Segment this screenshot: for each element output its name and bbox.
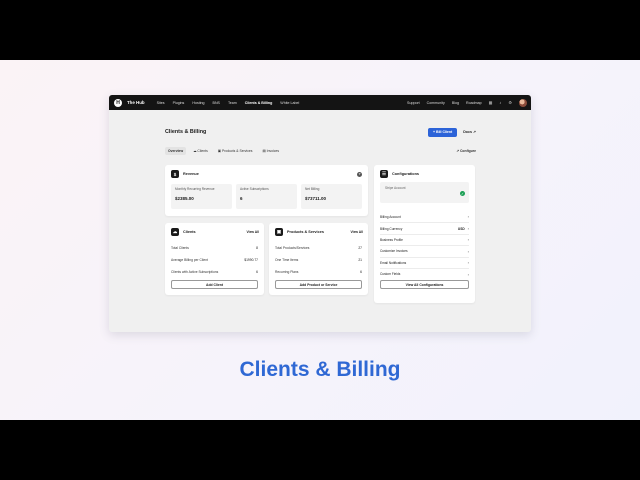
- products-card: ▣ Products & Services View All Total Pro…: [269, 223, 368, 295]
- chevron-right-icon: ›: [467, 237, 469, 243]
- config-item-business-profile[interactable]: Business Profile ›: [380, 233, 469, 245]
- tab-bar: Overview ☁ Clients ▣ Products & Services…: [165, 146, 476, 155]
- products-header: ▣ Products & Services View All: [269, 223, 368, 236]
- tab-overview[interactable]: Overview: [165, 146, 187, 155]
- avatar[interactable]: [519, 98, 527, 107]
- nav-item-hosting[interactable]: Hosting: [192, 101, 204, 105]
- grid-icon[interactable]: ▦: [489, 100, 493, 105]
- hub-logo-icon[interactable]: H: [114, 98, 122, 107]
- nav-item-clients-billing[interactable]: Clients & Billing: [245, 101, 273, 105]
- view-all-configurations-button[interactable]: View All Configurations: [380, 280, 469, 290]
- revenue-stats: Monthly Recurring Revenue $2385.00 Activ…: [165, 178, 368, 209]
- nav-item-white-label[interactable]: White Label: [280, 101, 299, 105]
- stat-value: 6: [240, 196, 243, 201]
- stat-value: $73711.00: [305, 196, 327, 201]
- gear-icon[interactable]: ⚙: [508, 100, 512, 105]
- chevron-right-icon: ›: [467, 260, 469, 266]
- products-title: Products & Services: [287, 230, 324, 234]
- config-item-billing-currency[interactable]: Billing Currency USD ›: [380, 222, 469, 233]
- stat-active-subscriptions: Active Subscriptions 6: [236, 184, 297, 209]
- list-item: Recurring Plans 6: [275, 270, 362, 274]
- stat-mrr: Monthly Recurring Revenue $2385.00: [171, 184, 232, 209]
- cloud-icon: ☁: [171, 228, 179, 236]
- nav-item-blog[interactable]: Blog: [452, 101, 459, 105]
- list-item: One Time Items 21: [275, 258, 362, 262]
- products-view-all-link[interactable]: View All: [351, 230, 363, 234]
- stripe-account-label: Stripe Account: [385, 186, 406, 190]
- config-item-email-notifications[interactable]: Email Notifications ›: [380, 256, 469, 268]
- stat-label: Active Subscriptions: [240, 187, 269, 191]
- nav-item-sites[interactable]: Sites: [157, 101, 165, 105]
- app-window: H The Hub Sites Plugins Hosting BNS Team…: [109, 95, 531, 332]
- list-item: Average Billing per Client $1990.77: [171, 258, 258, 262]
- tab-clients[interactable]: ☁ Clients: [190, 147, 211, 155]
- configure-link[interactable]: ↗ Configure: [456, 149, 476, 153]
- chevron-right-icon: ›: [467, 226, 469, 232]
- stat-value: $2385.00: [175, 196, 194, 201]
- nav-links: Sites Plugins Hosting BNS Team Clients &…: [157, 101, 300, 105]
- box-icon: ▣: [275, 228, 283, 236]
- caption-title: Clients & Billing: [239, 358, 401, 381]
- tab-products-services[interactable]: ▣ Products & Services: [215, 147, 256, 155]
- config-list-icon: ☰: [380, 170, 388, 178]
- help-icon[interactable]: ?: [357, 171, 362, 177]
- bill-client-button[interactable]: + Bill Client: [428, 127, 458, 137]
- nav-item-community[interactable]: Community: [427, 101, 445, 105]
- configurations-header: ☰ Configurations: [374, 165, 475, 178]
- config-item-custom-fields[interactable]: Custom Fields ›: [380, 267, 469, 279]
- nav-item-support[interactable]: Support: [407, 101, 420, 105]
- list-item: Total Products/Services 27: [275, 246, 362, 250]
- chevron-right-icon: ›: [467, 214, 469, 220]
- brand-name[interactable]: The Hub: [127, 100, 145, 105]
- top-nav: H The Hub Sites Plugins Hosting BNS Team…: [109, 95, 531, 110]
- bell-icon[interactable]: ♪: [499, 100, 501, 105]
- page-title: Clients & Billing: [165, 129, 207, 135]
- add-product-button[interactable]: Add Product or Service: [275, 280, 362, 289]
- configurations-title: Configurations: [392, 172, 419, 176]
- config-item-customize-invoices[interactable]: Customize Invoices ›: [380, 245, 469, 256]
- clients-card: ☁ Clients View All Total Clients 8 Averag…: [165, 223, 264, 295]
- list-item: Total Clients 8: [171, 246, 258, 250]
- stat-net-billing: Net Billing $73711.00: [301, 184, 362, 209]
- nav-right: Support Community Blog Roadmap ▦ ♪ ⚙: [407, 98, 527, 107]
- chevron-right-icon: ›: [467, 248, 469, 254]
- nav-item-plugins[interactable]: Plugins: [173, 101, 185, 105]
- page-header: Clients & Billing + Bill Client Docs ↗: [165, 126, 476, 138]
- dollar-icon: $: [171, 170, 179, 178]
- stripe-account-select[interactable]: Stripe Account ✓: [380, 182, 469, 203]
- clients-header: ☁ Clients View All: [165, 223, 264, 236]
- config-rows: Billing Account › Billing Currency USD › Bu…: [374, 203, 475, 279]
- clients-title: Clients: [183, 230, 196, 234]
- list-item: Clients with Active Subscriptions 6: [171, 270, 258, 274]
- products-rows: Total Products/Services 27 One Time Items…: [269, 236, 368, 278]
- config-item-billing-account[interactable]: Billing Account ›: [380, 211, 469, 222]
- nav-item-bns[interactable]: BNS: [213, 101, 220, 105]
- revenue-card: $ Revenue ? Monthly Recurring Revenue $2…: [165, 165, 368, 216]
- revenue-title: Revenue: [183, 172, 199, 176]
- clients-rows: Total Clients 8 Average Billing per Clien…: [165, 236, 264, 278]
- nav-item-team[interactable]: Team: [228, 101, 237, 105]
- clients-view-all-link[interactable]: View All: [247, 230, 259, 234]
- stat-label: Net Billing: [305, 187, 320, 191]
- stat-label: Monthly Recurring Revenue: [175, 187, 215, 191]
- chevron-right-icon: ›: [467, 271, 469, 277]
- tab-invoices[interactable]: ▤ Invoices: [259, 147, 282, 155]
- configurations-card: ☰ Configurations Stripe Account ✓ Billin…: [374, 165, 475, 303]
- docs-link[interactable]: Docs ↗: [463, 130, 476, 134]
- check-icon: ✓: [460, 191, 465, 196]
- revenue-header: $ Revenue ?: [165, 165, 368, 178]
- nav-item-roadmap[interactable]: Roadmap: [466, 101, 482, 105]
- add-client-button[interactable]: Add Client: [171, 280, 258, 289]
